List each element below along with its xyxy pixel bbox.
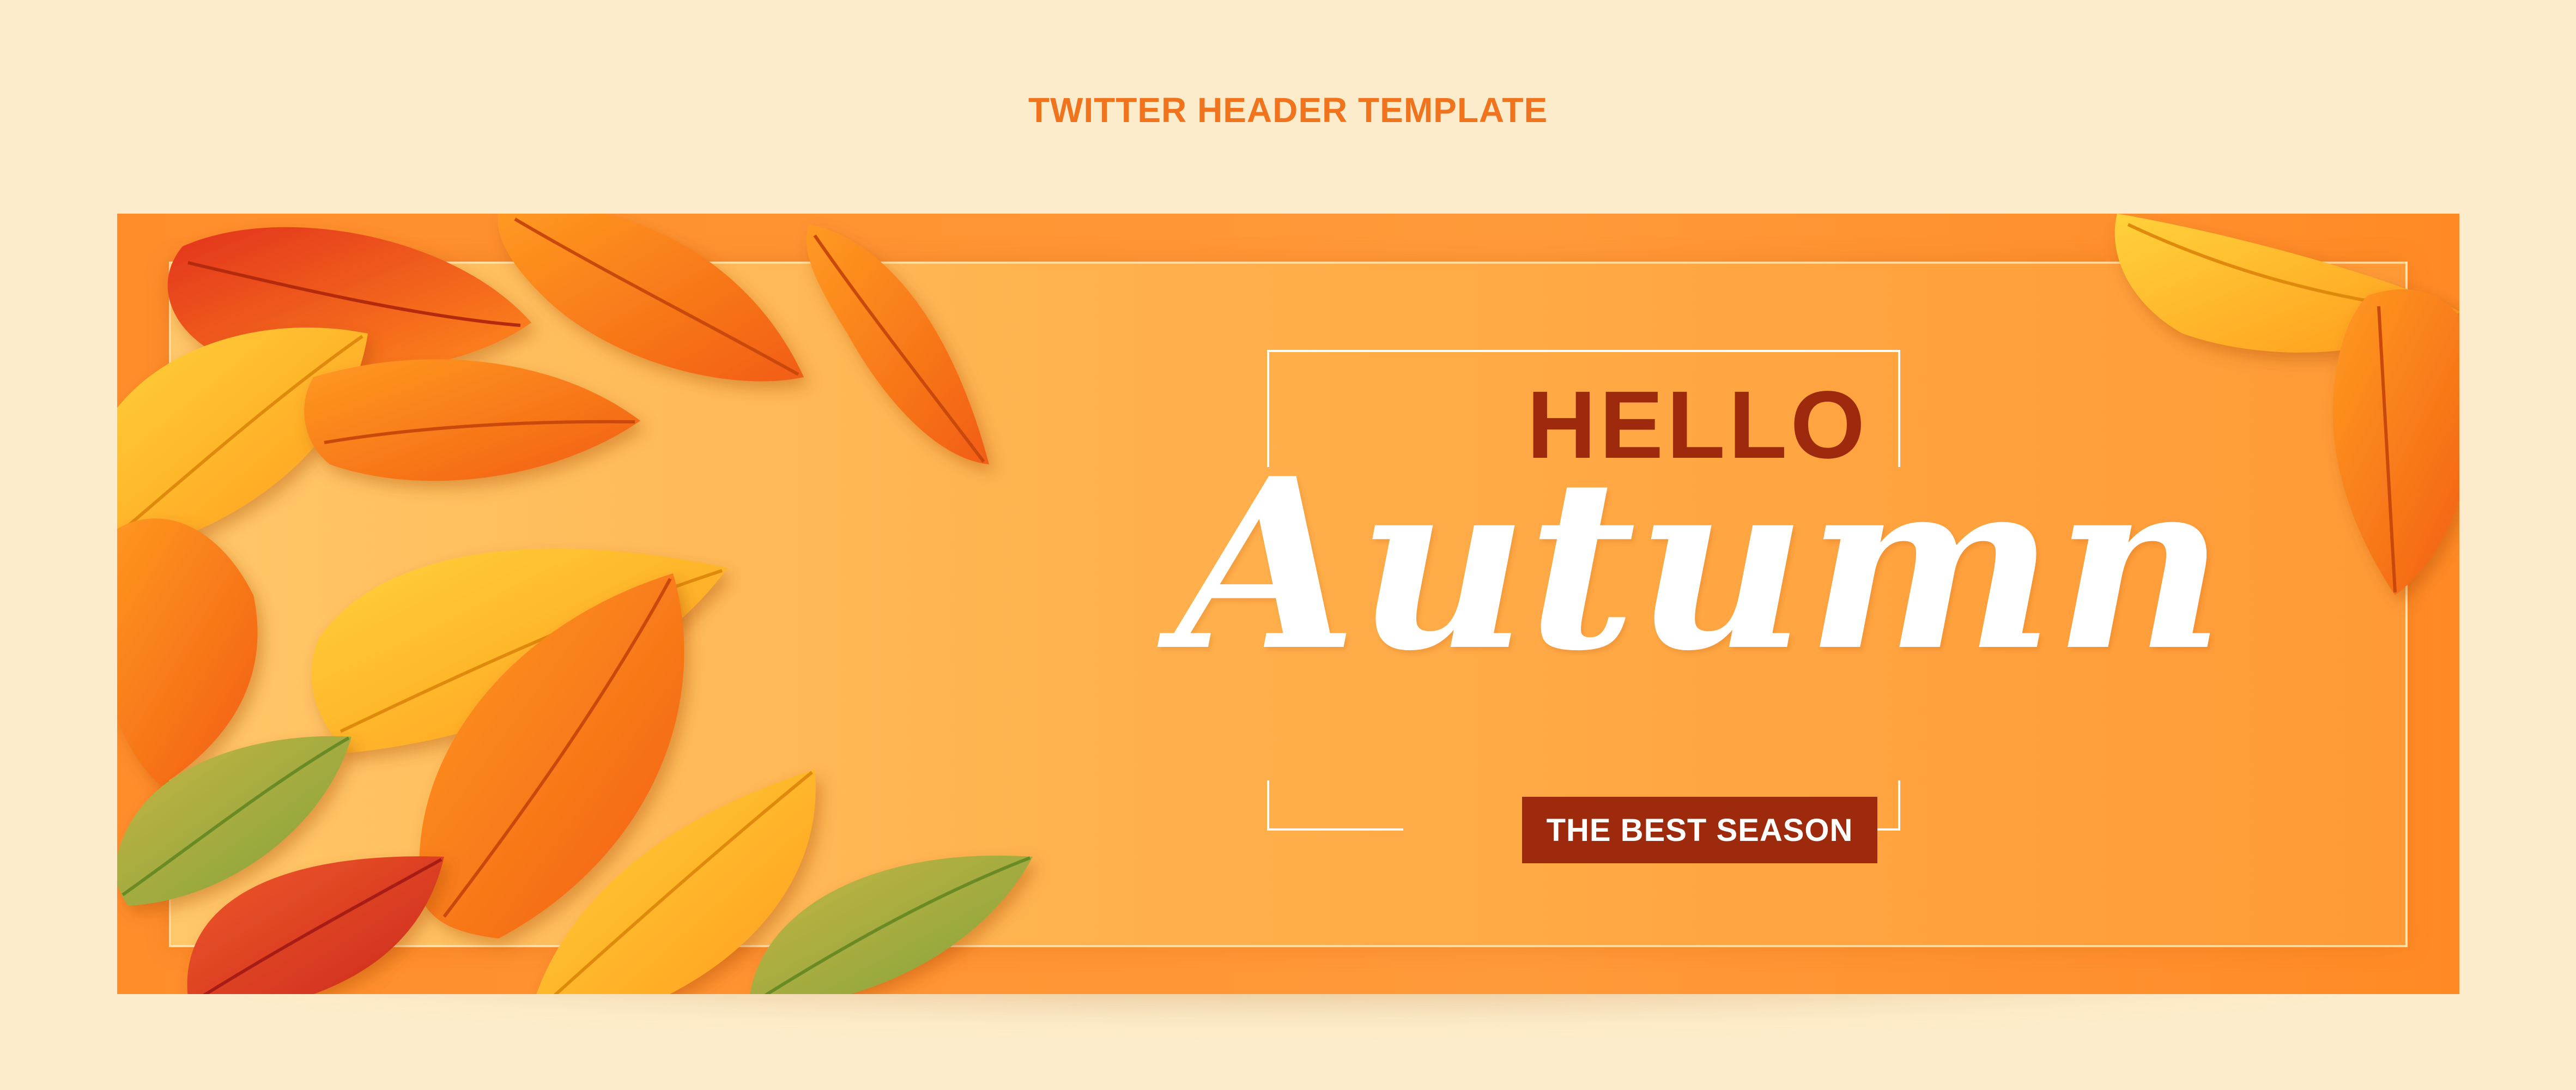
leaf-oak-orange-right: [2332, 289, 2459, 595]
leaves-decoration: [117, 214, 2459, 994]
twitter-header-banner: HELLO Autumn THE BEST SEASON: [117, 214, 2459, 994]
leaf-orange-left-edge: [117, 518, 258, 786]
leaf-oak-top-right-cluster: [806, 225, 989, 464]
page-heading: TWITTER HEADER TEMPLATE: [1028, 90, 1548, 130]
leaf-oak-orange-mid: [304, 359, 640, 481]
leaf-orange-top: [498, 214, 804, 382]
